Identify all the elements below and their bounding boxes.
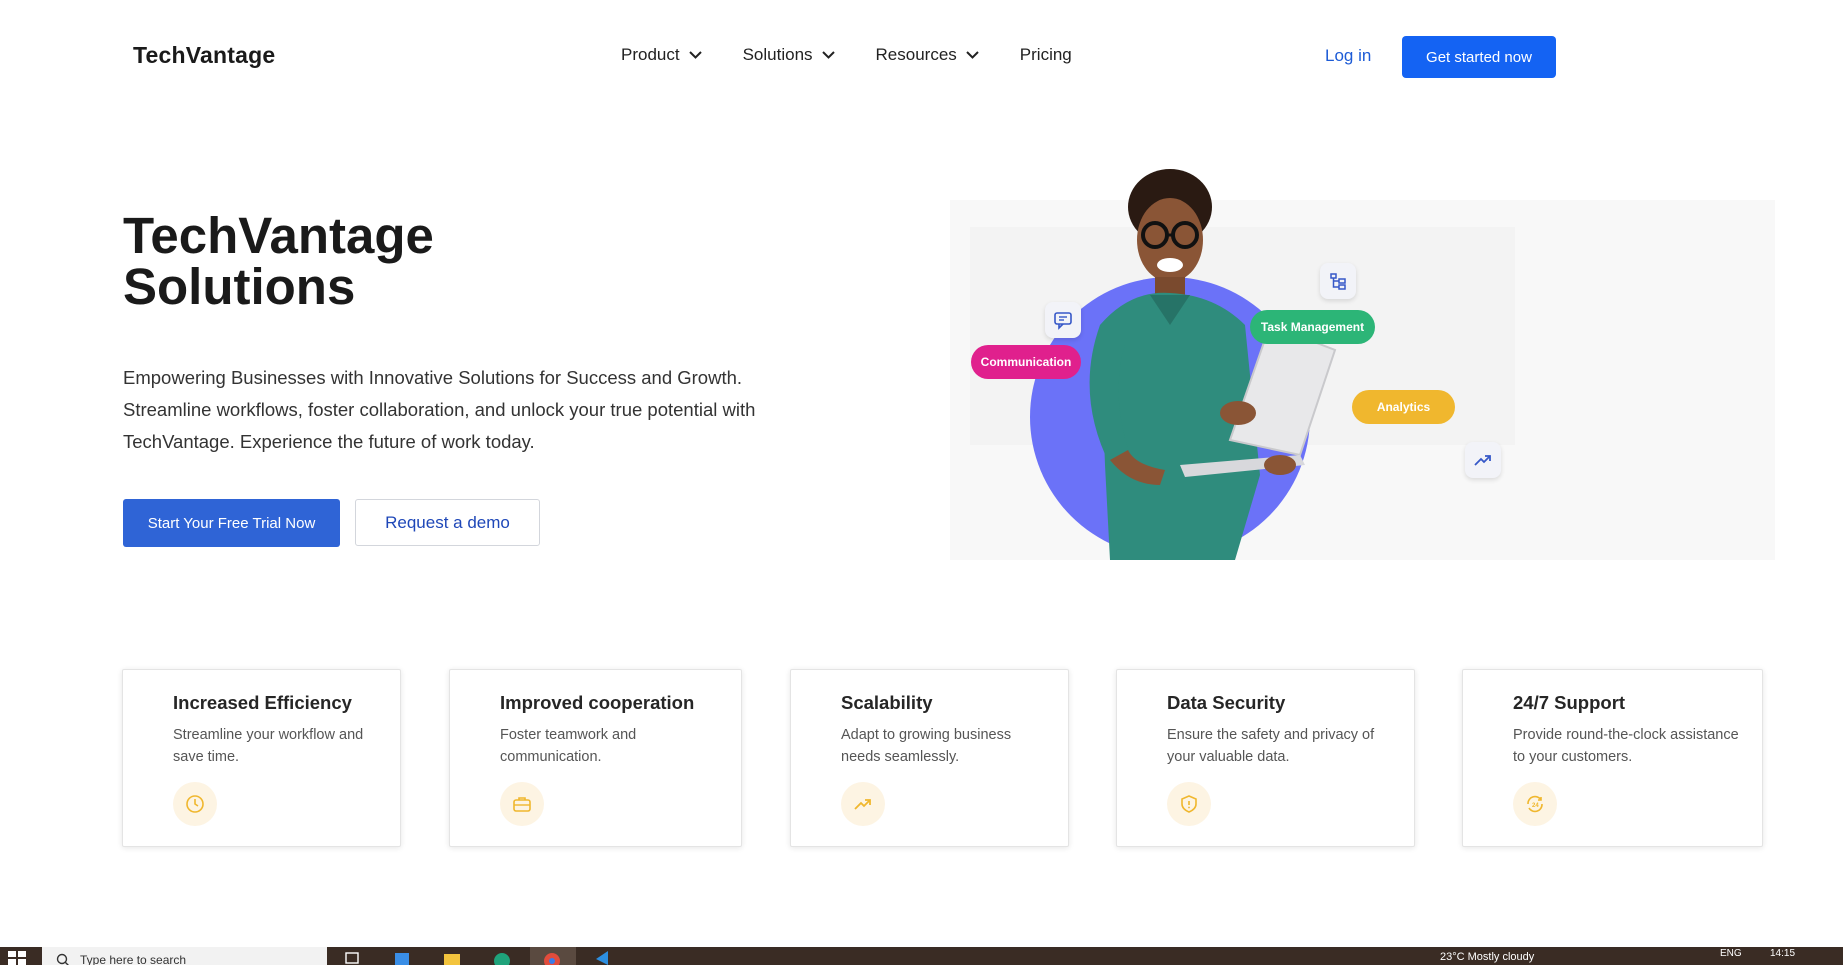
menu-item-solutions[interactable]: Solutions [743, 45, 836, 65]
feature-description: Ensure the safety and privacy of your va… [1167, 727, 1375, 765]
svg-text:24: 24 [1532, 803, 1539, 809]
taskbar-weather[interactable]: 23°C Mostly cloudy [1440, 951, 1534, 963]
feature-title: Data Security [1167, 692, 1286, 713]
login-link[interactable]: Log in [1325, 46, 1371, 66]
taskbar-clock[interactable]: 14:15 [1770, 948, 1795, 959]
store-icon[interactable] [390, 949, 414, 965]
vscode-icon[interactable] [590, 949, 614, 965]
windows-start-icon[interactable] [8, 951, 26, 965]
hierarchy-icon [1320, 263, 1356, 299]
analytics-chip: Analytics [1352, 390, 1455, 424]
menu-item-label: Pricing [1019, 45, 1072, 64]
trending-up-icon [841, 782, 885, 826]
trending-up-icon [1465, 442, 1501, 478]
chevron-down-icon [821, 51, 835, 59]
search-icon [56, 953, 69, 965]
menu-item-label: Product [621, 45, 680, 64]
feature-card-data-security: Data Security Ensure the safety and priv… [1116, 669, 1415, 847]
feature-card-efficiency: Increased Efficiency Streamline your wor… [122, 669, 401, 847]
menu-item-product[interactable]: Product [621, 45, 703, 65]
chevron-down-icon [688, 51, 702, 59]
menu-item-pricing[interactable]: Pricing [1020, 45, 1072, 65]
taskbar-search-box[interactable]: Type here to search [42, 947, 327, 965]
feature-title: Increased Efficiency [173, 692, 352, 713]
taskbar-language[interactable]: ENG [1720, 948, 1742, 959]
top-navigation: TechVantage Product Solutions Resources … [0, 0, 1843, 114]
feature-title: Scalability [841, 692, 933, 713]
menu-item-label: Solutions [742, 45, 813, 64]
feature-title: Improved cooperation [500, 692, 695, 713]
support-24-icon: 24 [1513, 782, 1557, 826]
clock-icon [173, 782, 217, 826]
task-view-icon[interactable] [340, 949, 364, 965]
communication-chip: Communication [971, 345, 1081, 379]
briefcase-icon [500, 782, 544, 826]
chevron-down-icon [966, 51, 979, 59]
feature-title: 24/7 Support [1513, 692, 1626, 713]
feature-description: Foster teamwork and communication. [500, 727, 637, 765]
hero-title-line: Solutions [123, 258, 356, 315]
feature-description: Adapt to growing business needs seamless… [841, 727, 1012, 765]
hero-illustration: Communication Task Management Analytics [950, 165, 1775, 560]
message-icon [1045, 302, 1081, 338]
start-free-trial-button[interactable]: Start Your Free Trial Now [123, 499, 340, 547]
feature-description: Provide round-the-clock assistance to yo… [1513, 727, 1739, 765]
hero-title: TechVantage Solutions [123, 210, 723, 312]
task-management-chip: Task Management [1250, 310, 1375, 344]
chrome-icon[interactable] [540, 949, 564, 965]
shield-icon [1167, 782, 1211, 826]
edge-icon[interactable] [490, 949, 514, 965]
feature-card-support: 24/7 Support Provide round-the-clock ass… [1462, 669, 1763, 847]
taskbar-search-placeholder: Type here to search [80, 953, 187, 965]
file-explorer-icon[interactable] [440, 949, 464, 965]
main-menu: Product Solutions Resources Pricing [621, 45, 1112, 65]
hero-description: Empowering Businesses with Innovative So… [123, 367, 756, 452]
menu-item-label: Resources [875, 45, 957, 64]
person-with-laptop-image [1089, 169, 1337, 560]
menu-item-resources[interactable]: Resources [876, 45, 980, 65]
windows-taskbar: Type here to search 23°C Mostly cloudy E… [0, 947, 1843, 965]
feature-card-cooperation: Improved cooperation Foster teamwork and… [449, 669, 742, 847]
request-demo-button[interactable]: Request a demo [355, 499, 540, 546]
feature-card-scalability: Scalability Adapt to growing business ne… [790, 669, 1069, 847]
site-logo[interactable]: TechVantage [133, 42, 275, 69]
hero-title-line: TechVantage [123, 207, 434, 264]
get-started-button[interactable]: Get started now [1402, 36, 1556, 78]
feature-description: Streamline your workflow and save time. [173, 727, 364, 765]
